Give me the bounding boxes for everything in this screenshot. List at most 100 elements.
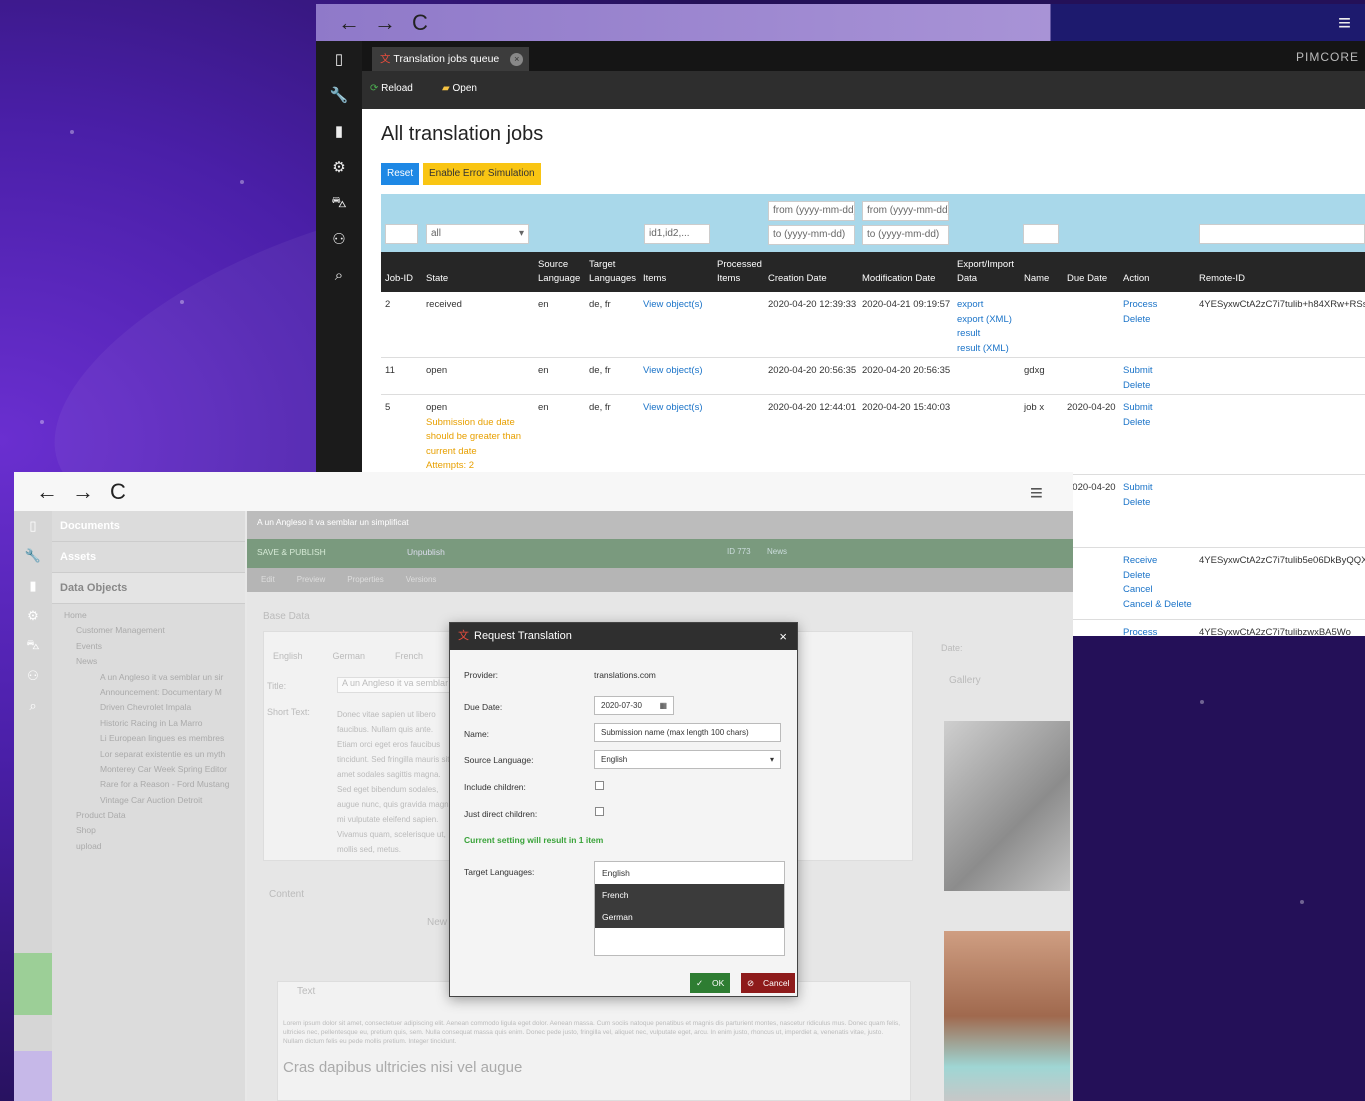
tree-node[interactable]: Rare for a Reason - Ford Mustang	[64, 777, 245, 792]
subtab[interactable]: Preview	[297, 575, 325, 584]
include-children-checkbox[interactable]	[595, 781, 604, 790]
tree-node[interactable]: Monterey Car Week Spring Editor	[64, 762, 245, 777]
target-option-french[interactable]: French	[595, 884, 784, 906]
cart-icon[interactable]: ⛍	[316, 185, 362, 221]
creation-from-filter[interactable]: from (yyyy-mm-dd)	[768, 201, 855, 221]
ids-filter[interactable]: id1,id2,...	[644, 224, 710, 244]
ok-button[interactable]: ✓ OK	[690, 973, 731, 993]
modification-from-filter[interactable]: from (yyyy-mm-dd)	[862, 201, 949, 221]
search-icon[interactable]: ⌕	[14, 691, 52, 721]
action-link[interactable]: Delete	[1123, 379, 1153, 394]
remote-id-filter[interactable]	[1199, 224, 1365, 244]
tree-node[interactable]: Events	[64, 639, 245, 654]
name-input[interactable]: Submission name (max length 100 chars)	[594, 723, 781, 742]
col-creation-date[interactable]: Creation Date	[768, 272, 827, 286]
cart-icon[interactable]: ⛍	[14, 631, 52, 661]
tab-translation-jobs[interactable]: 文 Translation jobs queue ×	[372, 47, 530, 71]
action-link[interactable]: Delete	[1123, 416, 1153, 431]
action-link[interactable]: Process	[1123, 298, 1157, 313]
reset-button[interactable]: Reset	[381, 163, 420, 185]
tree-node[interactable]: Lor separat existentie es un myth	[64, 747, 245, 762]
reload-icon[interactable]: C	[108, 479, 128, 505]
tree-node[interactable]: News	[64, 654, 245, 669]
col-export-import[interactable]: Export/Import Data	[957, 258, 1023, 286]
tree-node[interactable]: A un Angleso it va semblar un sir	[64, 670, 245, 685]
job-id-filter[interactable]	[385, 224, 418, 244]
tree-node[interactable]: Driven Chevrolet Impala	[64, 700, 245, 715]
data-objects-section[interactable]: Data Objects	[52, 573, 245, 604]
action-link[interactable]: Submit	[1123, 481, 1153, 496]
target-option-english[interactable]: English	[595, 862, 784, 884]
col-state[interactable]: State	[426, 272, 448, 286]
col-name[interactable]: Name	[1024, 272, 1049, 286]
action-link[interactable]: Process	[1123, 626, 1157, 636]
creation-to-filter[interactable]: to (yyyy-mm-dd)	[768, 225, 855, 245]
close-icon[interactable]: ×	[510, 53, 524, 66]
gear-icon[interactable]: ⚙	[316, 149, 362, 185]
documents-section[interactable]: Documents	[52, 511, 245, 542]
document-icon[interactable]: ▯	[14, 511, 52, 541]
col-modification-date[interactable]: Modification Date	[862, 272, 935, 286]
error-simulation-button[interactable]: Enable Error Simulation	[423, 163, 541, 185]
search-icon[interactable]: ⌕	[316, 257, 362, 293]
short-text-area[interactable]: Donec vitae sapien ut libero faucibus. N…	[337, 707, 455, 857]
menu-icon[interactable]: ≡	[1338, 10, 1351, 36]
action-link[interactable]: Submit	[1123, 401, 1153, 416]
action-link[interactable]: Delete	[1123, 569, 1192, 584]
gallery-image-car[interactable]	[944, 721, 1070, 891]
action-link[interactable]: Submit	[1123, 364, 1153, 379]
menu-icon[interactable]: ≡	[1030, 480, 1043, 506]
col-source-language[interactable]: Source Language	[538, 258, 584, 286]
export-link[interactable]: export	[957, 298, 1012, 313]
cancel-button[interactable]: ⊘ Cancel	[741, 973, 796, 993]
due-date-input[interactable]: 2020-07-30 ▦	[594, 696, 674, 715]
assets-section[interactable]: Assets	[52, 542, 245, 573]
action-link[interactable]: Delete	[1123, 313, 1157, 328]
doc-tab[interactable]: A un Angleso it va semblar un simplifica…	[257, 517, 409, 527]
action-link[interactable]: Delete	[1123, 496, 1153, 511]
tree-node[interactable]: Home	[64, 608, 245, 623]
forward-arrow-icon[interactable]: →	[374, 10, 396, 36]
export-link[interactable]: export (XML)	[957, 313, 1012, 328]
gear-icon[interactable]: ⚙	[14, 601, 52, 631]
new-block-button[interactable]: New	[427, 917, 447, 928]
forward-arrow-icon[interactable]: →	[72, 479, 94, 505]
col-remote-id[interactable]: Remote-ID	[1199, 272, 1245, 286]
users-icon[interactable]: ⚇	[316, 221, 362, 257]
save-publish-button[interactable]: SAVE & PUBLISH	[257, 547, 326, 557]
reload-button[interactable]: ⟳ Reload	[370, 83, 413, 94]
chart-icon[interactable]: ▮	[14, 571, 52, 601]
subtab[interactable]: Edit	[261, 575, 275, 584]
back-arrow-icon[interactable]: ←	[338, 10, 360, 36]
source-language-select[interactable]: English ▾	[594, 750, 781, 769]
col-due-date[interactable]: Due Date	[1067, 272, 1107, 286]
col-processed-items[interactable]: Processed Items	[717, 258, 767, 286]
tree-node[interactable]: Li European lingues es membres	[64, 731, 245, 746]
tree-node[interactable]: Shop	[64, 823, 245, 838]
view-objects-link[interactable]: View object(s)	[643, 364, 703, 379]
col-action[interactable]: Action	[1123, 272, 1149, 286]
tree-node[interactable]: upload	[64, 839, 245, 854]
direct-children-checkbox[interactable]	[595, 807, 604, 816]
tree-node[interactable]: Announcement: Documentary M	[64, 685, 245, 700]
col-target-languages[interactable]: Target Languages	[589, 258, 639, 286]
back-arrow-icon[interactable]: ←	[36, 479, 58, 505]
wrench-icon[interactable]: 🔧	[316, 77, 362, 113]
close-icon[interactable]: ×	[779, 623, 787, 650]
col-items[interactable]: Items	[643, 272, 666, 286]
tree-node[interactable]: Customer Management	[64, 623, 245, 638]
users-icon[interactable]: ⚇	[14, 661, 52, 691]
language-tab[interactable]: French	[395, 651, 423, 661]
view-objects-link[interactable]: View object(s)	[643, 298, 703, 313]
title-input[interactable]: A un Angleso it va semblar	[337, 677, 467, 693]
export-link[interactable]: result	[957, 327, 1012, 342]
tree-node[interactable]: Vintage Car Auction Detroit	[64, 793, 245, 808]
action-link[interactable]: Receive	[1123, 554, 1192, 569]
subtab[interactable]: Properties	[347, 575, 383, 584]
wrench-icon[interactable]: 🔧	[14, 541, 52, 571]
reload-icon[interactable]: C	[410, 10, 430, 36]
gallery-image-street[interactable]	[944, 931, 1070, 1101]
subtab[interactable]: Versions	[406, 575, 437, 584]
language-tab[interactable]: German	[333, 651, 366, 661]
open-button[interactable]: ▰ Open	[442, 83, 477, 94]
